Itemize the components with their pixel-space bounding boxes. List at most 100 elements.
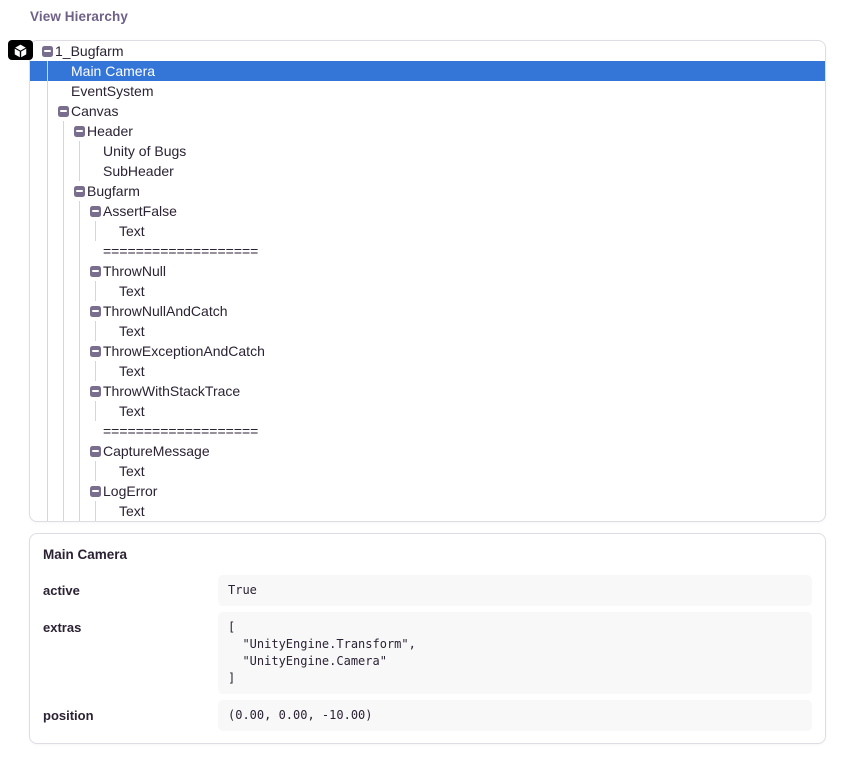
collapse-minus-icon[interactable] bbox=[74, 126, 85, 137]
collapse-minus-icon[interactable] bbox=[74, 186, 85, 197]
tree-node-label: ThrowExceptionAndCatch bbox=[103, 341, 265, 361]
indent-guide bbox=[74, 381, 90, 401]
leaf-spacer bbox=[106, 501, 119, 521]
collapse-switcher[interactable] bbox=[74, 121, 87, 141]
leaf-spacer bbox=[106, 401, 119, 421]
collapse-minus-icon[interactable] bbox=[90, 446, 101, 457]
collapse-switcher[interactable] bbox=[90, 341, 103, 361]
indent-guide bbox=[42, 481, 58, 501]
tree-node[interactable]: Canvas bbox=[30, 101, 825, 121]
indent-guide bbox=[58, 321, 74, 341]
collapse-minus-icon[interactable] bbox=[90, 306, 101, 317]
leaf-spacer bbox=[106, 361, 119, 381]
tree-node[interactable]: EventSystem bbox=[30, 81, 825, 101]
collapse-switcher[interactable] bbox=[90, 261, 103, 281]
leaf-spacer bbox=[90, 241, 103, 261]
tree-node[interactable]: SubHeader bbox=[30, 161, 825, 181]
tree-node[interactable]: =================== bbox=[30, 421, 825, 441]
tree-node-label: Text bbox=[119, 401, 145, 421]
indent-guide bbox=[74, 441, 90, 461]
tree-node[interactable]: Main Camera bbox=[30, 61, 825, 81]
detail-property-name: active bbox=[43, 575, 218, 606]
detail-property-name: position bbox=[43, 700, 218, 731]
collapse-switcher[interactable] bbox=[74, 181, 87, 201]
collapse-minus-icon[interactable] bbox=[90, 346, 101, 357]
tree-node[interactable]: Text bbox=[30, 281, 825, 301]
indent-guide bbox=[58, 421, 74, 441]
tree-node[interactable]: ThrowWithStackTrace bbox=[30, 381, 825, 401]
collapse-minus-icon[interactable] bbox=[90, 266, 101, 277]
leaf-spacer bbox=[106, 461, 119, 481]
collapse-switcher[interactable] bbox=[42, 41, 55, 61]
tree-node-label: Text bbox=[119, 281, 145, 301]
collapse-switcher[interactable] bbox=[90, 381, 103, 401]
indent-guide bbox=[42, 181, 58, 201]
indent-guide bbox=[42, 221, 58, 241]
tree-node[interactable]: ThrowNullAndCatch bbox=[30, 301, 825, 321]
leaf-spacer bbox=[58, 61, 71, 81]
leaf-spacer bbox=[90, 161, 103, 181]
tree-node[interactable]: LogError bbox=[30, 481, 825, 501]
tree-node[interactable]: CaptureMessage bbox=[30, 441, 825, 461]
indent-guide bbox=[74, 281, 90, 301]
indent-guide bbox=[42, 81, 58, 101]
collapse-minus-icon[interactable] bbox=[58, 106, 69, 117]
tree-node[interactable]: ThrowNull bbox=[30, 261, 825, 281]
indent-guide bbox=[58, 301, 74, 321]
detail-row: extras[ "UnityEngine.Transform", "UnityE… bbox=[43, 612, 812, 694]
indent-guide bbox=[42, 341, 58, 361]
detail-property-value: (0.00, 0.00, -10.00) bbox=[218, 700, 812, 731]
tree-node-label: SubHeader bbox=[103, 161, 174, 181]
collapse-switcher[interactable] bbox=[90, 301, 103, 321]
collapse-switcher[interactable] bbox=[90, 201, 103, 221]
indent-guide bbox=[58, 161, 74, 181]
indent-guide bbox=[58, 501, 74, 521]
collapse-switcher[interactable] bbox=[58, 101, 71, 121]
indent-guide bbox=[90, 501, 106, 521]
collapse-switcher[interactable] bbox=[90, 441, 103, 461]
tree-node[interactable]: =================== bbox=[30, 241, 825, 261]
tree-node[interactable]: Text bbox=[30, 401, 825, 421]
tree-node[interactable]: Text bbox=[30, 501, 825, 521]
indent-guide bbox=[74, 161, 90, 181]
tree-node-label: Header bbox=[87, 121, 133, 141]
tree-node[interactable]: Unity of Bugs bbox=[30, 141, 825, 161]
tree-node[interactable]: Text bbox=[30, 321, 825, 341]
tree-node[interactable]: Text bbox=[30, 361, 825, 381]
tree-node[interactable]: Text bbox=[30, 461, 825, 481]
indent-guide bbox=[58, 201, 74, 221]
indent-guide bbox=[74, 341, 90, 361]
tree-node[interactable]: 1_Bugfarm bbox=[30, 41, 825, 61]
tree-node-label: Canvas bbox=[71, 101, 118, 121]
collapse-switcher[interactable] bbox=[90, 481, 103, 501]
tree-node-label: ThrowNullAndCatch bbox=[103, 301, 228, 321]
tree-node[interactable]: Bugfarm bbox=[30, 181, 825, 201]
hierarchy-tree-panel[interactable]: 1_BugfarmMain CameraEventSystemCanvasHea… bbox=[29, 40, 826, 522]
indent-guide bbox=[42, 241, 58, 261]
indent-guide bbox=[90, 321, 106, 341]
tree-node-label: =================== bbox=[103, 241, 258, 261]
collapse-minus-icon[interactable] bbox=[90, 386, 101, 397]
tree-node[interactable]: AssertFalse bbox=[30, 201, 825, 221]
collapse-minus-icon[interactable] bbox=[90, 206, 101, 217]
tree-node[interactable]: Header bbox=[30, 121, 825, 141]
indent-guide bbox=[74, 321, 90, 341]
indent-guide bbox=[74, 221, 90, 241]
indent-guide bbox=[42, 141, 58, 161]
indent-guide bbox=[42, 301, 58, 321]
indent-guide bbox=[74, 421, 90, 441]
collapse-minus-icon[interactable] bbox=[42, 46, 53, 57]
collapse-minus-icon[interactable] bbox=[90, 486, 101, 497]
indent-guide bbox=[58, 481, 74, 501]
indent-guide bbox=[42, 161, 58, 181]
tree-node[interactable]: ThrowExceptionAndCatch bbox=[30, 341, 825, 361]
tree-node[interactable]: Text bbox=[30, 221, 825, 241]
indent-guide bbox=[58, 401, 74, 421]
tree-node-label: AssertFalse bbox=[103, 201, 177, 221]
indent-guide bbox=[42, 201, 58, 221]
indent-guide bbox=[90, 401, 106, 421]
indent-guide bbox=[58, 241, 74, 261]
view-hierarchy-section: 1_BugfarmMain CameraEventSystemCanvasHea… bbox=[29, 40, 826, 522]
indent-guide bbox=[42, 501, 58, 521]
leaf-spacer bbox=[106, 281, 119, 301]
